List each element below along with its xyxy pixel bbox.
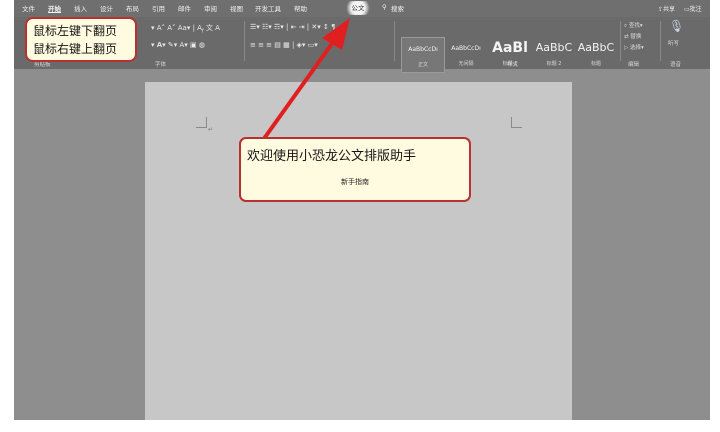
tab-design[interactable]: 设计 [100,3,113,13]
tab-layout[interactable]: 布局 [126,3,139,13]
tab-review[interactable]: 审阅 [204,3,217,13]
share-button[interactable]: ⇪共享 [658,4,675,13]
style-preview: AaBbC [577,41,615,54]
paragraph-mark-icon: ↵ [208,126,214,133]
tab-search[interactable]: 搜索 [391,3,404,13]
replace-button[interactable]: ⇄ 替换 [624,32,641,40]
hint-line-right-click: 鼠标右键上翻页 [33,42,118,56]
style-gallery: AaBbCcDı 正文 AaBbCcDı 无间隔 AaBl 标题 1 AaBbC… [399,37,619,73]
microphone-icon[interactable]: 🎙 [669,19,684,33]
welcome-title: 欢迎使用小恐龙公文排版助手 [247,149,417,164]
tab-file[interactable]: 文件 [22,3,35,13]
share-label: 共享 [663,6,676,13]
style-heading-1[interactable]: AaBl 标题 1 [489,37,531,71]
margin-corner-mark [196,117,207,128]
tab-references[interactable]: 引用 [152,3,165,13]
style-title[interactable]: AaBbC 标题 [575,37,617,71]
voice-group-label: 语音 [670,62,682,68]
paragraph-align-controls[interactable]: ≡ ≡ ≡ ▤ ▦ | ◈▾ ▭▾ [250,41,318,49]
replace-label: 替换 [630,34,642,40]
font-group-label: 字体 [155,62,167,68]
word-window: 文件 开始 插入 设计 布局 引用 邮件 审阅 视图 开发工具 帮助 公文 ⚲ … [14,0,710,420]
edit-group-label: 编辑 [628,62,640,68]
style-name: 标题 1 [502,61,518,67]
style-preview: AaBbCcDı [408,46,438,53]
tab-gongwen[interactable]: 公文 [344,1,372,15]
style-name: 标题 [590,61,601,67]
tab-home[interactable]: 开始 [48,3,61,13]
tab-insert[interactable]: 插入 [74,3,87,13]
beginner-guide-link[interactable]: 新手指南 [241,177,469,187]
document-page[interactable]: ↵ [145,82,572,420]
font-color-controls[interactable]: ▾ A▾ ✎▾ A▾ ▣ ◍ [151,41,205,49]
style-preview: AaBbCcDı [451,45,481,52]
welcome-callout: 欢迎使用小恐龙公文排版助手 新手指南 [239,137,471,202]
style-name: 无间隔 [458,61,474,67]
style-normal[interactable]: AaBbCcDı 正文 [401,37,445,73]
comment-label: 批注 [689,6,702,13]
page-turn-hint-callout: 鼠标左键下翻页 鼠标右键上翻页 [25,17,137,62]
style-preview: AaBbC [535,41,573,54]
tab-mailings[interactable]: 邮件 [178,3,191,13]
dictate-label: 听写 [668,41,680,47]
margin-corner-mark [511,117,522,128]
style-name: 正文 [417,62,428,68]
tab-view[interactable]: 视图 [230,3,243,13]
find-button[interactable]: ⌕ 查找▾ [624,21,643,30]
select-button[interactable]: ▷ 选择▾ [624,43,644,51]
list-controls[interactable]: ☰▾ ☷▾ ☶▾ | ⇤ ⇥ | ✕▾ ↕ ¶ [250,23,336,31]
select-label: 选择 [629,45,641,51]
style-heading-2[interactable]: AaBbC 标题 2 [533,37,575,71]
search-icon[interactable]: ⚲ [382,3,387,11]
style-preview: AaBl [492,40,528,56]
style-no-spacing[interactable]: AaBbCcDı 无间隔 [445,37,487,71]
comment-button[interactable]: ▭批注 [684,4,702,13]
hint-line-left-click: 鼠标左键下翻页 [33,24,118,38]
tab-help[interactable]: 帮助 [294,3,307,13]
menu-bar: 文件 开始 插入 设计 布局 引用 邮件 审阅 视图 开发工具 帮助 公文 ⚲ … [14,0,710,17]
style-name: 标题 2 [546,61,562,67]
find-label: 查找 [628,23,640,29]
font-size-controls[interactable]: ▾ A˄ A˅ Aa▾ | Af 文 A [151,23,220,34]
tab-developer[interactable]: 开发工具 [255,3,281,13]
